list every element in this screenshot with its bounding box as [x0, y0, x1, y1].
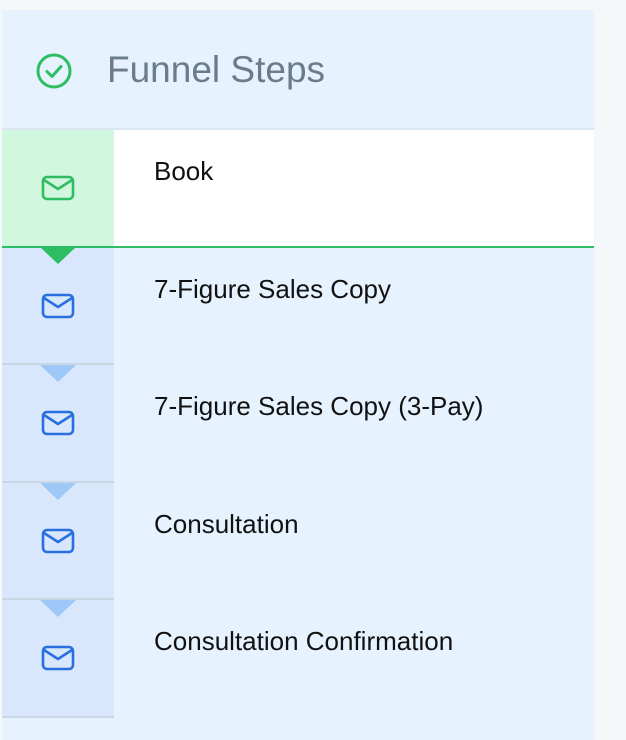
step-label: 7-Figure Sales Copy [154, 273, 391, 304]
step-label: Consultation [154, 508, 299, 539]
step-connector-arrow [40, 600, 76, 617]
step-label: Book [154, 156, 214, 186]
funnel-step-sales-copy-3-pay[interactable]: 7-Figure Sales Copy (3-Pay) [2, 365, 594, 500]
step-icon-rail [2, 130, 114, 246]
mail-icon [40, 408, 76, 440]
funnel-step-list: Book 7-Figure Sales Copy 7-Figure Sales … [2, 130, 594, 718]
step-connector-arrow [40, 482, 76, 500]
page-title: Funnel Steps [107, 49, 326, 90]
step-label: 7-Figure Sales Copy (3-Pay) [154, 391, 484, 421]
mail-icon [40, 526, 76, 558]
step-connector-arrow [40, 246, 76, 264]
step-icon-rail [2, 600, 114, 718]
step-icon-rail [2, 482, 114, 600]
funnel-step-consultation-confirmation[interactable]: Consultation Confirmation [2, 600, 594, 718]
step-label: Consultation Confirmation [154, 626, 454, 656]
funnel-steps-panel: Funnel Steps Book 7-Figure Sales Copy 7-… [2, 10, 594, 740]
funnel-step-consultation[interactable]: Consultation [2, 482, 594, 617]
mail-icon [40, 291, 76, 323]
step-icon-rail [2, 247, 114, 365]
check-circle-icon [34, 51, 74, 91]
funnel-step-book[interactable]: Book [2, 130, 594, 264]
step-icon-rail [2, 365, 114, 483]
step-connector-arrow [40, 365, 76, 382]
mail-icon [40, 643, 76, 675]
funnel-steps-header: Funnel Steps [2, 10, 594, 130]
funnel-step-sales-copy[interactable]: 7-Figure Sales Copy [2, 247, 594, 382]
mail-icon [40, 173, 76, 205]
